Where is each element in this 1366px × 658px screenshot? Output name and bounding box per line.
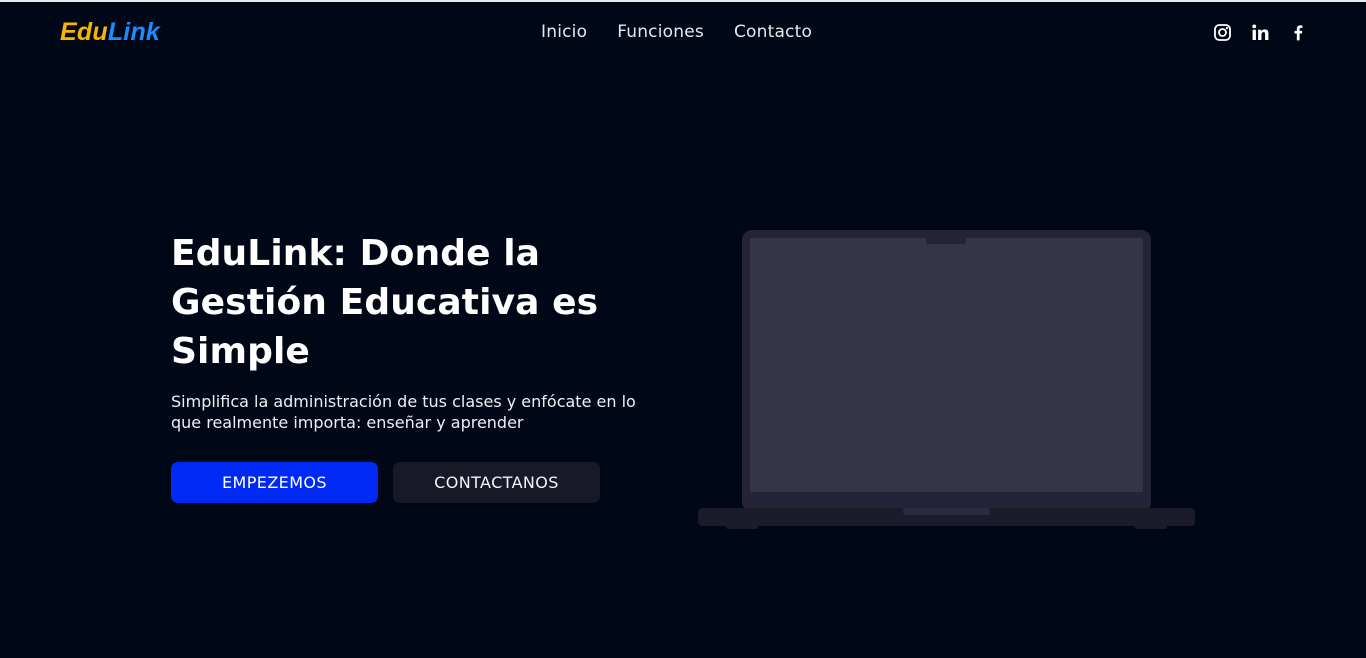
brand-name-part1: Edu <box>60 18 108 46</box>
hero-subtitle: Simplifica la administración de tus clas… <box>171 392 636 432</box>
nav-item-inicio[interactable]: Inicio <box>541 22 587 42</box>
nav-item-funciones[interactable]: Funciones <box>617 22 704 42</box>
nav-item-contacto[interactable]: Contacto <box>734 22 812 42</box>
brand-name-part2: Link <box>107 18 161 46</box>
social-links <box>1212 22 1308 42</box>
contact-button[interactable]: CONTACTANOS <box>393 462 600 503</box>
laptop-illustration <box>698 230 1195 530</box>
linkedin-icon[interactable] <box>1250 22 1270 42</box>
main-nav: Inicio Funciones Contacto <box>541 22 812 42</box>
hero-title: EduLink: Donde la Gestión Educativa es S… <box>171 233 599 372</box>
get-started-button[interactable]: EMPEZEMOS <box>171 462 378 503</box>
site-header: EduLink Inicio Funciones Contacto <box>0 2 1366 64</box>
facebook-icon[interactable] <box>1288 22 1308 42</box>
brand-logo[interactable]: EduLink <box>60 18 160 47</box>
instagram-icon[interactable] <box>1212 22 1232 42</box>
landing-page: EduLink Inicio Funciones Contacto EduLin… <box>0 0 1366 658</box>
